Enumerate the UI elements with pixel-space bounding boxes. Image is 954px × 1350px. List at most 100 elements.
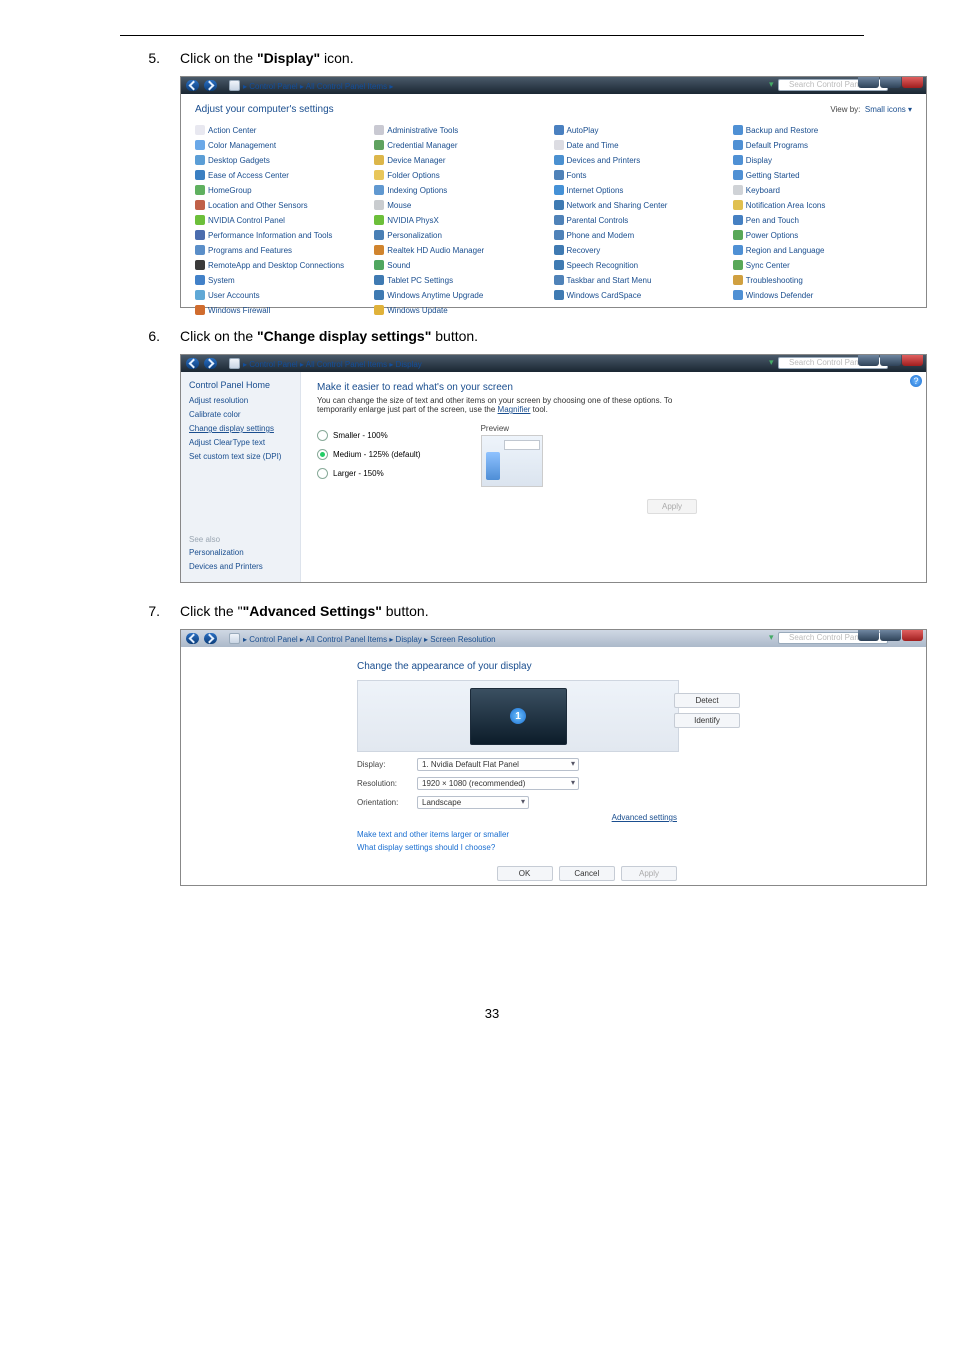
control-panel-item[interactable]: Administrative Tools <box>374 125 553 135</box>
magnifier-link[interactable]: Magnifier <box>498 405 531 414</box>
size-radio[interactable]: Medium - 125% (default) <box>317 449 421 460</box>
control-panel-item[interactable]: Date and Time <box>554 140 733 150</box>
sidebar-link[interactable]: Calibrate color <box>189 410 292 419</box>
control-panel-item[interactable]: Sound <box>374 260 553 270</box>
control-panel-item[interactable]: Windows CardSpace <box>554 290 733 300</box>
maximize-button[interactable] <box>880 630 901 641</box>
close-button[interactable] <box>902 630 923 641</box>
breadcrumb[interactable]: ▸ Control Panel ▸ All Control Panel Item… <box>229 358 422 369</box>
sidebar-link[interactable]: Adjust resolution <box>189 396 292 405</box>
control-panel-item[interactable]: Ease of Access Center <box>195 170 374 180</box>
nav-back-button[interactable] <box>186 633 199 644</box>
view-by[interactable]: View by: Small icons ▾ <box>830 105 912 114</box>
control-panel-item[interactable]: Phone and Modem <box>554 230 733 240</box>
monitor-thumbnail[interactable]: 1 <box>470 688 567 745</box>
control-panel-item[interactable]: Folder Options <box>374 170 553 180</box>
apply-button[interactable]: Apply <box>621 866 677 881</box>
breadcrumb[interactable]: ▸ Control Panel ▸ All Control Panel Item… <box>229 80 393 91</box>
maximize-button[interactable] <box>880 77 901 88</box>
orientation-row: Orientation: Landscape <box>357 796 910 809</box>
control-panel-item[interactable]: RemoteApp and Desktop Connections <box>195 260 374 270</box>
control-panel-item[interactable]: Notification Area Icons <box>733 200 912 210</box>
display-select[interactable]: 1. Nvidia Default Flat Panel <box>417 758 579 771</box>
cp-item-label: Sound <box>387 261 410 270</box>
apply-button[interactable]: Apply <box>647 499 697 514</box>
minimize-button[interactable] <box>858 630 879 641</box>
resolution-select[interactable]: 1920 × 1080 (recommended) <box>417 777 579 790</box>
minimize-button[interactable] <box>858 77 879 88</box>
maximize-button[interactable] <box>880 355 901 366</box>
control-panel-item[interactable]: Network and Sharing Center <box>554 200 733 210</box>
control-panel-item[interactable]: Windows Defender <box>733 290 912 300</box>
ok-button[interactable]: OK <box>497 866 553 881</box>
cp-item-icon <box>733 170 743 180</box>
control-panel-item[interactable]: NVIDIA PhysX <box>374 215 553 225</box>
nav-forward-button[interactable] <box>204 80 217 91</box>
control-panel-item[interactable]: Speech Recognition <box>554 260 733 270</box>
control-panel-item[interactable]: Windows Update <box>374 305 553 315</box>
control-panel-item[interactable]: Personalization <box>374 230 553 240</box>
control-panel-item[interactable]: User Accounts <box>195 290 374 300</box>
minimize-button[interactable] <box>858 355 879 366</box>
control-panel-item[interactable]: Action Center <box>195 125 374 135</box>
nav-forward-button[interactable] <box>204 633 217 644</box>
control-panel-item[interactable]: Credential Manager <box>374 140 553 150</box>
control-panel-item[interactable]: Color Management <box>195 140 374 150</box>
cp-item-label: Desktop Gadgets <box>208 156 270 165</box>
control-panel-item[interactable]: Region and Language <box>733 245 912 255</box>
orientation-select[interactable]: Landscape <box>417 796 529 809</box>
sidebar-link[interactable]: Change display settings <box>189 424 292 433</box>
control-panel-item[interactable]: Parental Controls <box>554 215 733 225</box>
control-panel-item[interactable]: AutoPlay <box>554 125 733 135</box>
control-panel-item[interactable]: Default Programs <box>733 140 912 150</box>
cp-item-icon <box>374 275 384 285</box>
size-radio[interactable]: Larger - 150% <box>317 468 421 479</box>
control-panel-item[interactable]: Troubleshooting <box>733 275 912 285</box>
cancel-button[interactable]: Cancel <box>559 866 615 881</box>
control-panel-item[interactable]: Mouse <box>374 200 553 210</box>
close-button[interactable] <box>902 355 923 366</box>
control-panel-item[interactable]: Windows Firewall <box>195 305 374 315</box>
sidebar-link[interactable]: Set custom text size (DPI) <box>189 452 292 461</box>
control-panel-item[interactable]: Keyboard <box>733 185 912 195</box>
control-panel-item[interactable]: Tablet PC Settings <box>374 275 553 285</box>
seealso-link[interactable]: Devices and Printers <box>189 562 292 571</box>
identify-button[interactable]: Identify <box>674 713 740 728</box>
control-panel-item[interactable]: Indexing Options <box>374 185 553 195</box>
help-icon[interactable]: ? <box>910 375 922 387</box>
control-panel-item[interactable]: Taskbar and Start Menu <box>554 275 733 285</box>
window-controls <box>857 630 923 641</box>
detect-button[interactable]: Detect <box>674 693 740 708</box>
control-panel-item[interactable]: NVIDIA Control Panel <box>195 215 374 225</box>
control-panel-item[interactable]: Pen and Touch <box>733 215 912 225</box>
control-panel-item[interactable]: Getting Started <box>733 170 912 180</box>
control-panel-item[interactable]: Location and Other Sensors <box>195 200 374 210</box>
control-panel-item[interactable]: Internet Options <box>554 185 733 195</box>
control-panel-item[interactable]: Desktop Gadgets <box>195 155 374 165</box>
control-panel-item[interactable]: Fonts <box>554 170 733 180</box>
link-which-settings[interactable]: What display settings should I choose? <box>357 843 910 852</box>
control-panel-item[interactable]: Performance Information and Tools <box>195 230 374 240</box>
control-panel-item[interactable]: System <box>195 275 374 285</box>
link-text-size[interactable]: Make text and other items larger or smal… <box>357 830 910 839</box>
control-panel-item[interactable]: Devices and Printers <box>554 155 733 165</box>
control-panel-item[interactable]: Device Manager <box>374 155 553 165</box>
nav-forward-button[interactable] <box>204 358 217 369</box>
control-panel-item[interactable]: Display <box>733 155 912 165</box>
control-panel-item[interactable]: Power Options <box>733 230 912 240</box>
close-button[interactable] <box>902 77 923 88</box>
sidebar-link[interactable]: Adjust ClearType text <box>189 438 292 447</box>
control-panel-item[interactable]: Recovery <box>554 245 733 255</box>
control-panel-item[interactable]: Windows Anytime Upgrade <box>374 290 553 300</box>
nav-back-button[interactable] <box>186 358 199 369</box>
control-panel-item[interactable]: Backup and Restore <box>733 125 912 135</box>
control-panel-item[interactable]: HomeGroup <box>195 185 374 195</box>
size-radio[interactable]: Smaller - 100% <box>317 430 421 441</box>
control-panel-item[interactable]: Sync Center <box>733 260 912 270</box>
seealso-link[interactable]: Personalization <box>189 548 292 557</box>
advanced-settings-link[interactable]: Advanced settings <box>612 813 677 822</box>
breadcrumb[interactable]: ▸ Control Panel ▸ All Control Panel Item… <box>229 633 496 644</box>
nav-back-button[interactable] <box>186 80 199 91</box>
control-panel-item[interactable]: Programs and Features <box>195 245 374 255</box>
control-panel-item[interactable]: Realtek HD Audio Manager <box>374 245 553 255</box>
